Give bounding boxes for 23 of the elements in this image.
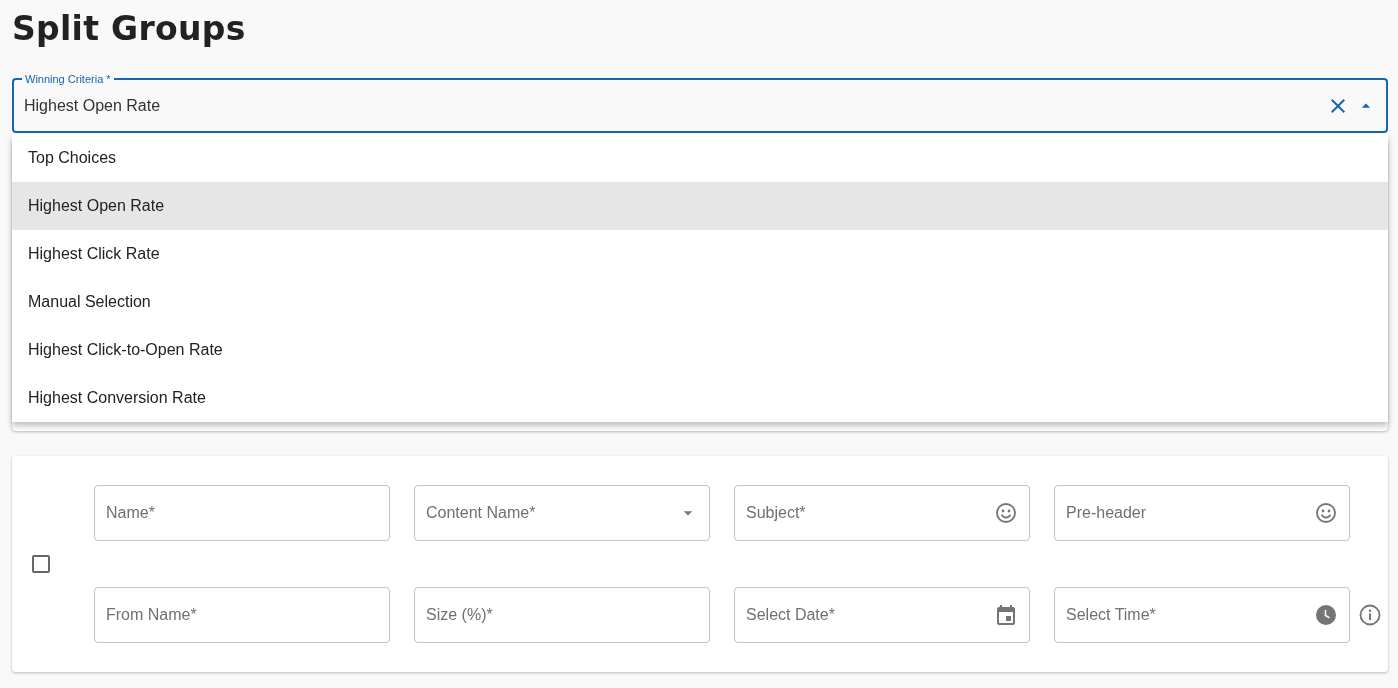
- input-field[interactable]: Subject*: [734, 485, 1030, 541]
- menu-item[interactable]: Highest Click Rate: [12, 230, 1388, 278]
- page-title: Split Groups: [12, 10, 246, 48]
- field-label: Winning Criteria *: [22, 72, 114, 86]
- clock-icon[interactable]: [1314, 603, 1338, 627]
- checkbox[interactable]: [32, 555, 50, 573]
- menu-item[interactable]: Manual Selection: [12, 278, 1388, 326]
- input-field[interactable]: Content Name*: [414, 485, 710, 541]
- menu-item[interactable]: Top Choices: [12, 134, 1388, 182]
- menu-item[interactable]: Highest Open Rate: [12, 182, 1388, 230]
- emoji-icon[interactable]: [994, 501, 1018, 525]
- info-icon[interactable]: [1358, 603, 1382, 627]
- emoji-icon[interactable]: [1314, 501, 1338, 525]
- selected-value: Highest Open Rate: [24, 96, 162, 115]
- input-field[interactable]: Size (%)*: [414, 587, 710, 643]
- input-field[interactable]: Name*: [94, 485, 390, 541]
- calendar-icon[interactable]: [994, 603, 1018, 627]
- input-field[interactable]: Select Time*: [1054, 587, 1350, 643]
- menu-item[interactable]: Highest Click-to-Open Rate: [12, 326, 1388, 374]
- input-field[interactable]: Select Date*: [734, 587, 1030, 643]
- input-field[interactable]: Pre-header: [1054, 485, 1350, 541]
- input-field[interactable]: From Name*: [94, 587, 390, 643]
- menu-item[interactable]: Highest Conversion Rate: [12, 374, 1388, 422]
